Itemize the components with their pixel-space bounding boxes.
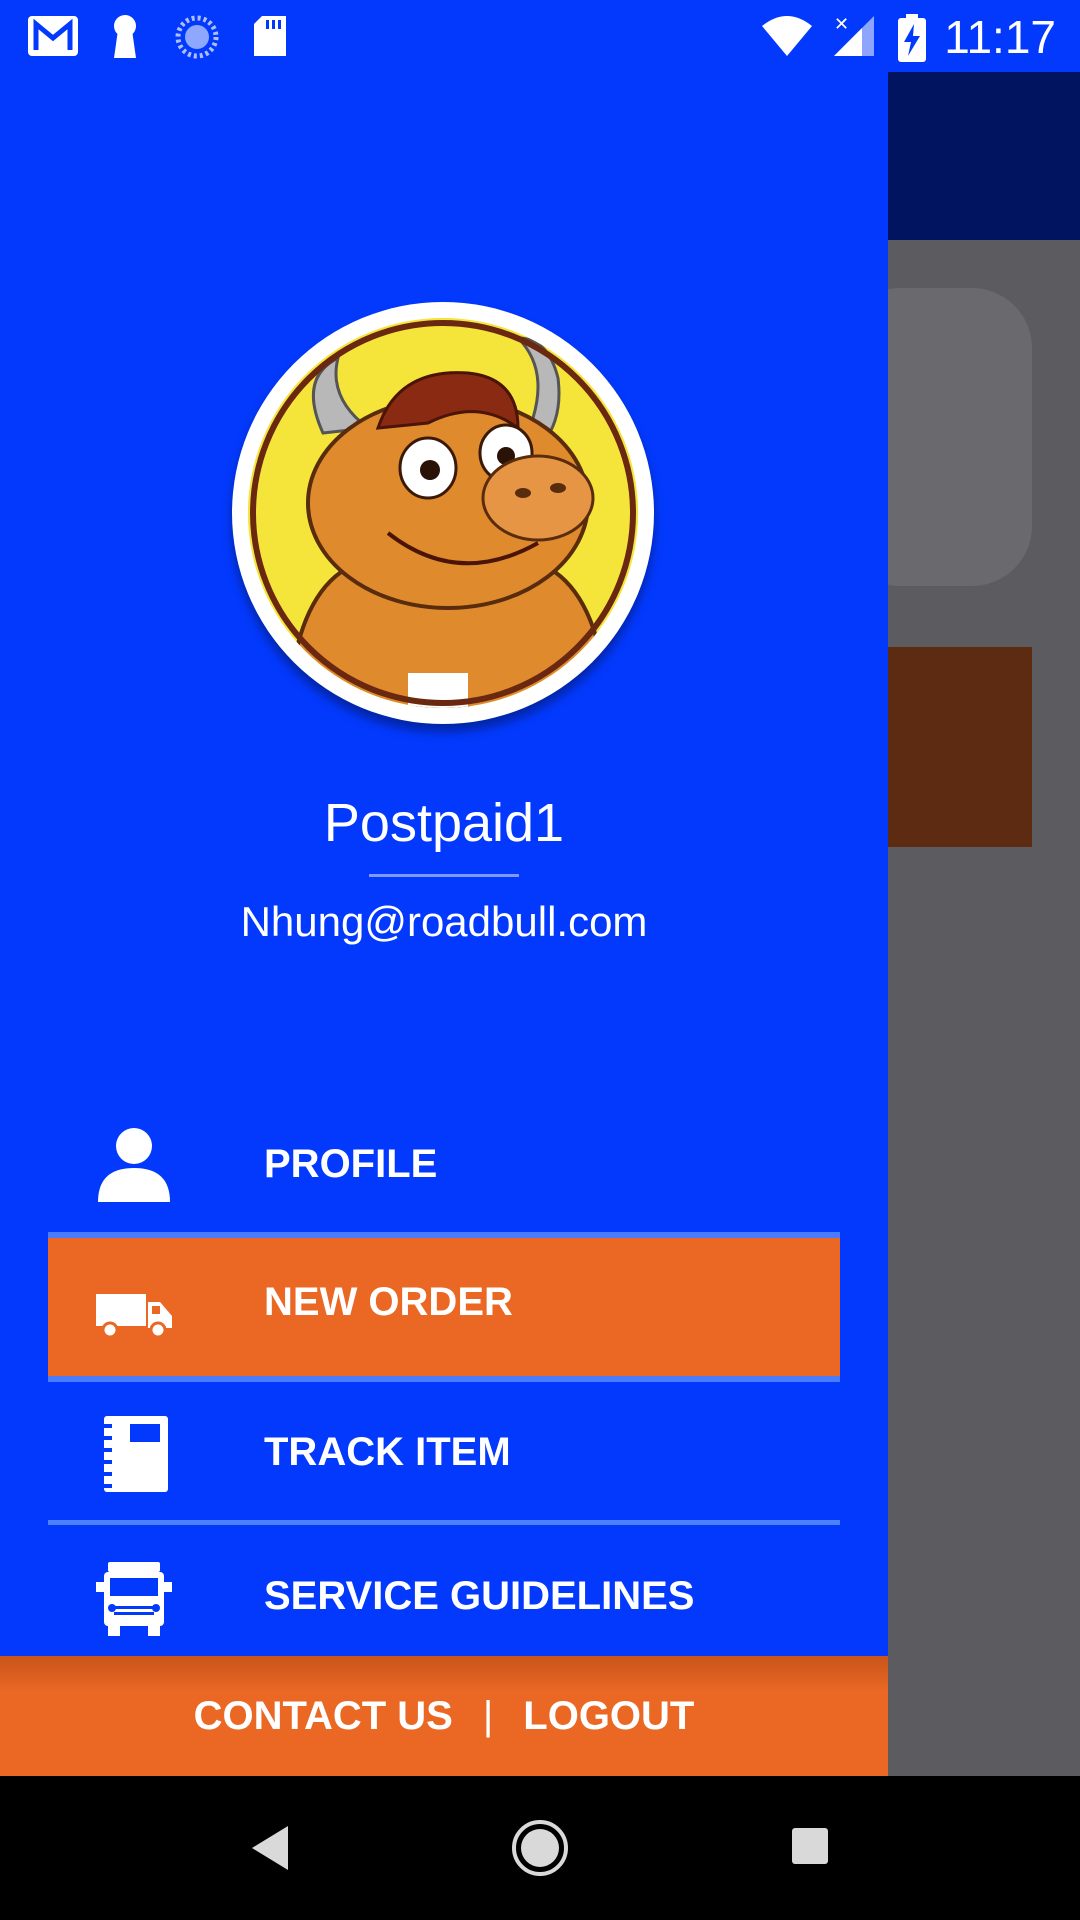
bull-mascot-image bbox=[248, 318, 638, 708]
menu-item-label: NEW ORDER bbox=[264, 1280, 513, 1324]
user-name: Postpaid1 bbox=[323, 793, 565, 853]
person-icon bbox=[98, 1128, 170, 1202]
svg-text:✕: ✕ bbox=[834, 14, 849, 35]
menu-item-label: PROFILE bbox=[264, 1142, 438, 1186]
home-icon[interactable] bbox=[510, 1818, 570, 1878]
delivery-van-icon bbox=[96, 1294, 172, 1339]
menu-divider bbox=[48, 1520, 840, 1525]
system-nav-bar bbox=[0, 1776, 1080, 1920]
background-banner bbox=[880, 647, 1032, 847]
menu-item-label: SERVICE GUIDELINES bbox=[264, 1574, 695, 1618]
divider bbox=[369, 874, 519, 877]
user-email: Nhung@roadbull.com bbox=[240, 898, 648, 945]
menu-item-service-guidelines[interactable]: SERVICE GUIDELINES bbox=[48, 1526, 840, 1670]
notebook-icon bbox=[102, 1416, 168, 1492]
clock: 11:17 bbox=[944, 11, 1056, 63]
sync-icon bbox=[175, 15, 219, 59]
navigation-drawer: Postpaid1 Nhung@roadbull.com PROFILE NEW… bbox=[0, 72, 888, 1776]
truck-front-icon bbox=[96, 1562, 172, 1636]
footer-separator: | bbox=[482, 1693, 494, 1738]
status-bar: ✕ 11:17 bbox=[0, 0, 1080, 72]
menu-item-label: TRACK ITEM bbox=[264, 1430, 511, 1474]
contact-us-link[interactable]: CONTACT US bbox=[194, 1694, 453, 1739]
drawer-footer: CONTACT US | LOGOUT bbox=[0, 1656, 888, 1776]
back-icon[interactable] bbox=[248, 1824, 292, 1872]
menu-item-new-order[interactable]: NEW ORDER bbox=[48, 1232, 840, 1382]
sd-card-icon bbox=[254, 16, 286, 56]
avatar[interactable] bbox=[232, 302, 654, 724]
menu-item-track-item[interactable]: TRACK ITEM bbox=[48, 1382, 840, 1526]
gmail-icon bbox=[28, 16, 78, 56]
battery-charging-icon bbox=[898, 14, 926, 62]
signal-icon: ✕ bbox=[834, 14, 874, 56]
wifi-icon bbox=[762, 16, 812, 56]
logout-link[interactable]: LOGOUT bbox=[523, 1694, 694, 1739]
recents-icon[interactable] bbox=[790, 1826, 830, 1866]
keyhole-icon bbox=[114, 15, 136, 58]
menu-item-profile[interactable]: PROFILE bbox=[48, 1094, 840, 1238]
